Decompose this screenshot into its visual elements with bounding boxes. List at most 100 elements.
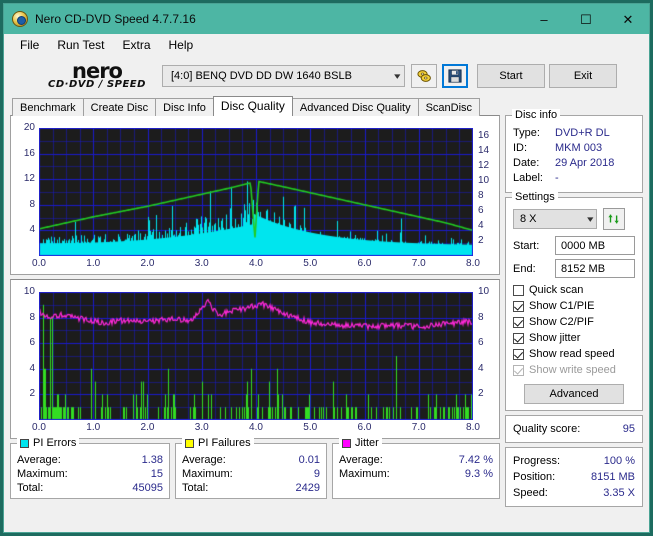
- position-row: Position: 8151 MB: [513, 469, 635, 485]
- speed-select[interactable]: 8 X ▾: [513, 209, 597, 229]
- disc-info-id-row: ID: MKM 003: [513, 141, 635, 156]
- x-axis-tick: 3.0: [194, 422, 209, 433]
- pie-chart-panel: 4 8 12 16 20 2 4 6 8 10 12 14 16 0.0 1.0 2.0 3.0 4.0 5.0 6.…: [10, 115, 500, 275]
- speed-row-stat: Speed: 3.35 X: [513, 485, 635, 501]
- checkbox-show-jitter[interactable]: Show jitter: [513, 330, 635, 346]
- tab-content: 4 8 12 16 20 2 4 6 8 10 12 14 16 0.0 1.0 2.0 3.0 4.0 5.0 6.…: [4, 109, 649, 531]
- x-axis-tick: 4.0: [249, 422, 263, 433]
- tab-disc-info[interactable]: Disc Info: [155, 98, 214, 116]
- pi-errors-label: PI Errors: [33, 437, 77, 449]
- start-input[interactable]: 0000 MB: [555, 236, 635, 255]
- close-icon[interactable]: ✕: [607, 4, 649, 34]
- table-row: Total: 2429: [182, 481, 320, 495]
- y2-axis-tick: 14: [478, 144, 490, 156]
- exit-button[interactable]: Exit: [549, 64, 617, 88]
- tab-scandisc[interactable]: ScanDisc: [417, 98, 481, 116]
- plot-area: [39, 292, 473, 420]
- speed-value: 3.35 X: [603, 487, 635, 499]
- jitter-average-value: 7.42 %: [458, 454, 493, 466]
- stats-row: PI Errors Average: 1.38 Maximum: 15 Tota…: [10, 437, 500, 499]
- y2-axis-tick: 8: [478, 189, 484, 201]
- x-axis-tick: 4.0: [249, 258, 263, 269]
- disc-id-value: MKM 003: [555, 142, 603, 154]
- table-row: Average: 1.38: [17, 453, 163, 467]
- floppy-save-icon: [448, 69, 462, 83]
- show-c1-pie-checkbox[interactable]: [513, 300, 524, 312]
- pi-failures-maximum-key: Maximum:: [182, 468, 233, 480]
- quick-scan-label: Quick scan: [529, 284, 584, 296]
- y-axis-tick: 10: [23, 286, 35, 297]
- start-button[interactable]: Start: [477, 64, 545, 88]
- advanced-button[interactable]: Advanced: [524, 384, 624, 404]
- disc-eject-icon: [417, 70, 431, 82]
- quality-score-row: Quality score: 95: [513, 421, 635, 437]
- position-value: 8151 MB: [590, 471, 635, 483]
- disc-info-label-row: Label: -: [513, 171, 635, 186]
- tab-disc-quality[interactable]: Disc Quality: [212, 96, 293, 116]
- charts-column: 4 8 12 16 20 2 4 6 8 10 12 14 16 0.0 1.0 2.0 3.0 4.0 5.0 6.…: [10, 115, 500, 525]
- x-axis-tick: 1.0: [86, 422, 101, 433]
- y2-axis-tick: 10: [478, 174, 490, 186]
- x-axis-tick: 0.0: [32, 422, 46, 433]
- checkbox-show-c2-pif[interactable]: Show C2/PIF: [513, 314, 635, 330]
- disc-eject-button[interactable]: [411, 64, 437, 88]
- quick-scan-checkbox[interactable]: [513, 284, 524, 296]
- refresh-arrows-icon: [608, 214, 619, 224]
- disc-id-key: ID:: [513, 142, 528, 154]
- pi-errors-total-value: 45095: [132, 482, 163, 494]
- settings-group: Settings 8 X ▾ Start: 0000 MB End: 8152 …: [505, 191, 643, 411]
- y-axis-tick: 4: [29, 362, 35, 374]
- jitter-swatch: [342, 438, 351, 448]
- disc-info-type-row: Type: DVD+R DL: [513, 126, 635, 141]
- menu-run-test[interactable]: Run Test: [49, 36, 112, 54]
- tab-advanced-disc-quality[interactable]: Advanced Disc Quality: [291, 98, 419, 116]
- menu-file[interactable]: File: [12, 36, 47, 54]
- save-button[interactable]: [442, 64, 468, 88]
- pif-jitter-chart[interactable]: 2 4 6 8 10 2 4 6 8 10 0.0 1.0 2.0 3.0 4.0 5.0 6.0 7.0 8.0: [13, 284, 497, 436]
- tab-create-disc[interactable]: Create Disc: [82, 98, 157, 116]
- y-axis-tick: 2: [29, 388, 35, 400]
- quality-score-label: Quality score:: [513, 423, 581, 435]
- pi-failures-maximum-value: 9: [313, 468, 320, 480]
- drive-select[interactable]: [4:0] BENQ DVD DD DW 1640 BSLB ▾: [162, 65, 405, 87]
- end-input[interactable]: 8152 MB: [555, 259, 635, 278]
- checkbox-quick-scan[interactable]: Quick scan: [513, 282, 635, 298]
- pi-errors-group: PI Errors Average: 1.38 Maximum: 15 Tota…: [10, 437, 170, 499]
- show-write-speed-checkbox: [513, 364, 524, 376]
- start-label: Start:: [513, 239, 540, 252]
- jitter-label: Jitter: [355, 437, 379, 449]
- jitter-average-key: Average:: [339, 454, 383, 466]
- disc-type-value: DVD+R DL: [555, 127, 610, 139]
- x-axis-tick: 1.0: [86, 258, 101, 269]
- disc-info-group: Disc info Type: DVD+R DL ID: MKM 003 Dat…: [505, 109, 643, 193]
- pi-errors-swatch: [20, 438, 29, 448]
- menu-extra[interactable]: Extra: [114, 36, 158, 54]
- checkbox-show-read-speed[interactable]: Show read speed: [513, 346, 635, 362]
- y2-axis-tick: 8: [478, 311, 484, 323]
- chevron-down-icon: ▾: [394, 70, 401, 81]
- x-axis-tick: 3.0: [194, 258, 209, 269]
- show-jitter-checkbox[interactable]: [513, 332, 524, 344]
- pi-failures-label: PI Failures: [198, 437, 251, 449]
- quality-score-value: 95: [622, 423, 635, 435]
- progress-label: Progress:: [513, 455, 561, 467]
- minimize-icon[interactable]: –: [523, 4, 565, 34]
- maximize-icon[interactable]: ☐: [565, 4, 607, 34]
- x-axis-tick: 8.0: [466, 422, 480, 433]
- show-read-speed-checkbox[interactable]: [513, 348, 524, 360]
- x-axis-tick: 2.0: [140, 258, 155, 269]
- show-c2-pif-checkbox[interactable]: [513, 316, 524, 328]
- end-row: End: 8152 MB: [513, 259, 635, 278]
- refresh-button[interactable]: [603, 208, 625, 230]
- show-read-speed-label: Show read speed: [529, 348, 615, 360]
- y-axis-tick: 8: [29, 198, 35, 210]
- checkbox-show-c1-pie[interactable]: Show C1/PIE: [513, 298, 635, 314]
- y-axis-tick: 20: [23, 122, 35, 133]
- table-row: Average: 0.01: [182, 453, 320, 467]
- show-c2-pif-label: Show C2/PIF: [529, 316, 594, 328]
- y2-axis-tick: 6: [478, 337, 484, 349]
- tab-benchmark[interactable]: Benchmark: [12, 98, 84, 116]
- window-controls: – ☐ ✕: [523, 4, 649, 34]
- pie-chart[interactable]: 4 8 12 16 20 2 4 6 8 10 12 14 16 0.0 1.0 2.0 3.0 4.0 5.0 6.…: [13, 120, 497, 272]
- menu-help[interactable]: Help: [161, 36, 202, 54]
